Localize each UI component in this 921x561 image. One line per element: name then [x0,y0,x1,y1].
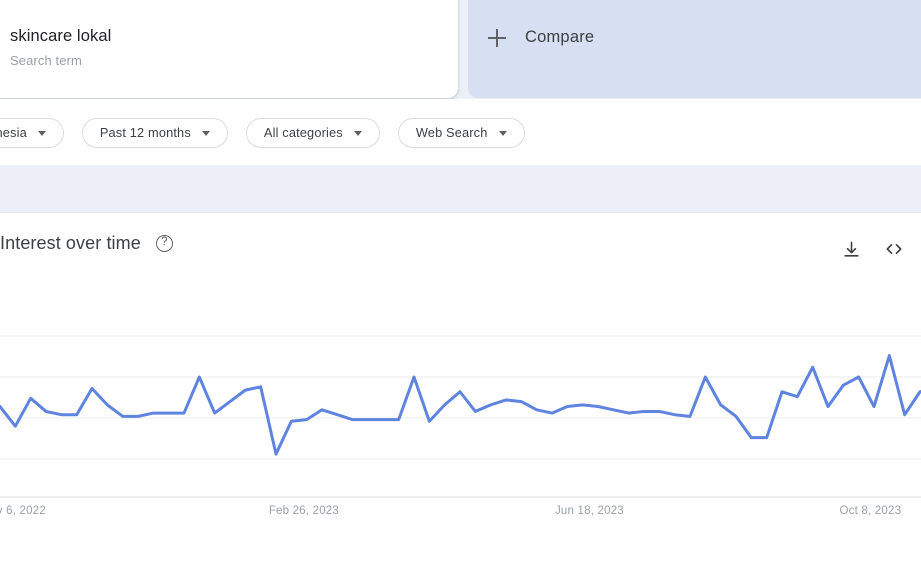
filter-chip-timerange-label: Past 12 months [99,125,191,140]
chart-title-group: Interest over time ? [0,231,173,255]
chevron-down-icon [37,130,46,136]
search-term-card[interactable]: skincare lokal Search term [0,0,458,98]
chart-svg: 100755025Nov 6, 2022Feb 26, 2023Jun 18, … [0,335,921,517]
compare-card[interactable]: Compare [468,0,921,98]
search-term-text: skincare lokal [10,27,112,45]
filter-chip-search-type-label: Web Search [415,125,488,140]
plus-icon [488,28,506,47]
download-icon[interactable] [839,237,863,261]
interest-over-time-card: Interest over time ? 6, 2022 Feb 26, 202… [0,213,921,561]
filter-chip-search-type[interactable]: Web Search [397,118,525,148]
compare-label: Compare [525,28,595,46]
terms-strip: skincare lokal Search term Compare [0,0,921,99]
chevron-down-icon [498,130,507,136]
search-term-card-content: skincare lokal Search term [10,26,111,69]
filter-bar: Indonesia Past 12 months All categories … [0,99,921,165]
chart-action-group [839,237,921,261]
chevron-down-icon [201,130,210,136]
x-axis-tick-label: Nov 6, 2022 [0,505,46,517]
interest-over-time-chart[interactable]: 100755025Nov 6, 2022Feb 26, 2023Jun 18, … [0,275,921,561]
embed-code-icon[interactable] [882,237,906,261]
filter-chip-timerange[interactable]: Past 12 months [81,118,228,148]
x-axis-tick-label: Jun 18, 2023 [555,505,624,517]
filter-chip-category-label: All categories [263,125,343,140]
filter-chip-category[interactable]: All categories [245,118,380,148]
add-compare-button[interactable]: Compare [488,28,594,47]
filter-chip-location-label: Indonesia [0,125,27,140]
filter-chip-group: Indonesia Past 12 months All categories … [0,118,525,148]
search-term-type-label: Search term [10,53,82,68]
google-trends-page: skincare lokal Search term Compare Indon… [0,0,921,561]
filter-chip-location[interactable]: Indonesia [0,118,64,148]
x-axis-tick-label: Oct 8, 2023 [840,505,902,517]
x-axis-tick-label: Feb 26, 2023 [269,505,339,517]
section-separator-band [0,165,921,213]
chart-header: Interest over time ? [0,213,921,275]
help-circle-icon[interactable]: ? [155,234,173,252]
chevron-down-icon [353,130,362,136]
chart-series-line[interactable] [0,354,921,456]
page-title: Interest over time [0,233,141,253]
